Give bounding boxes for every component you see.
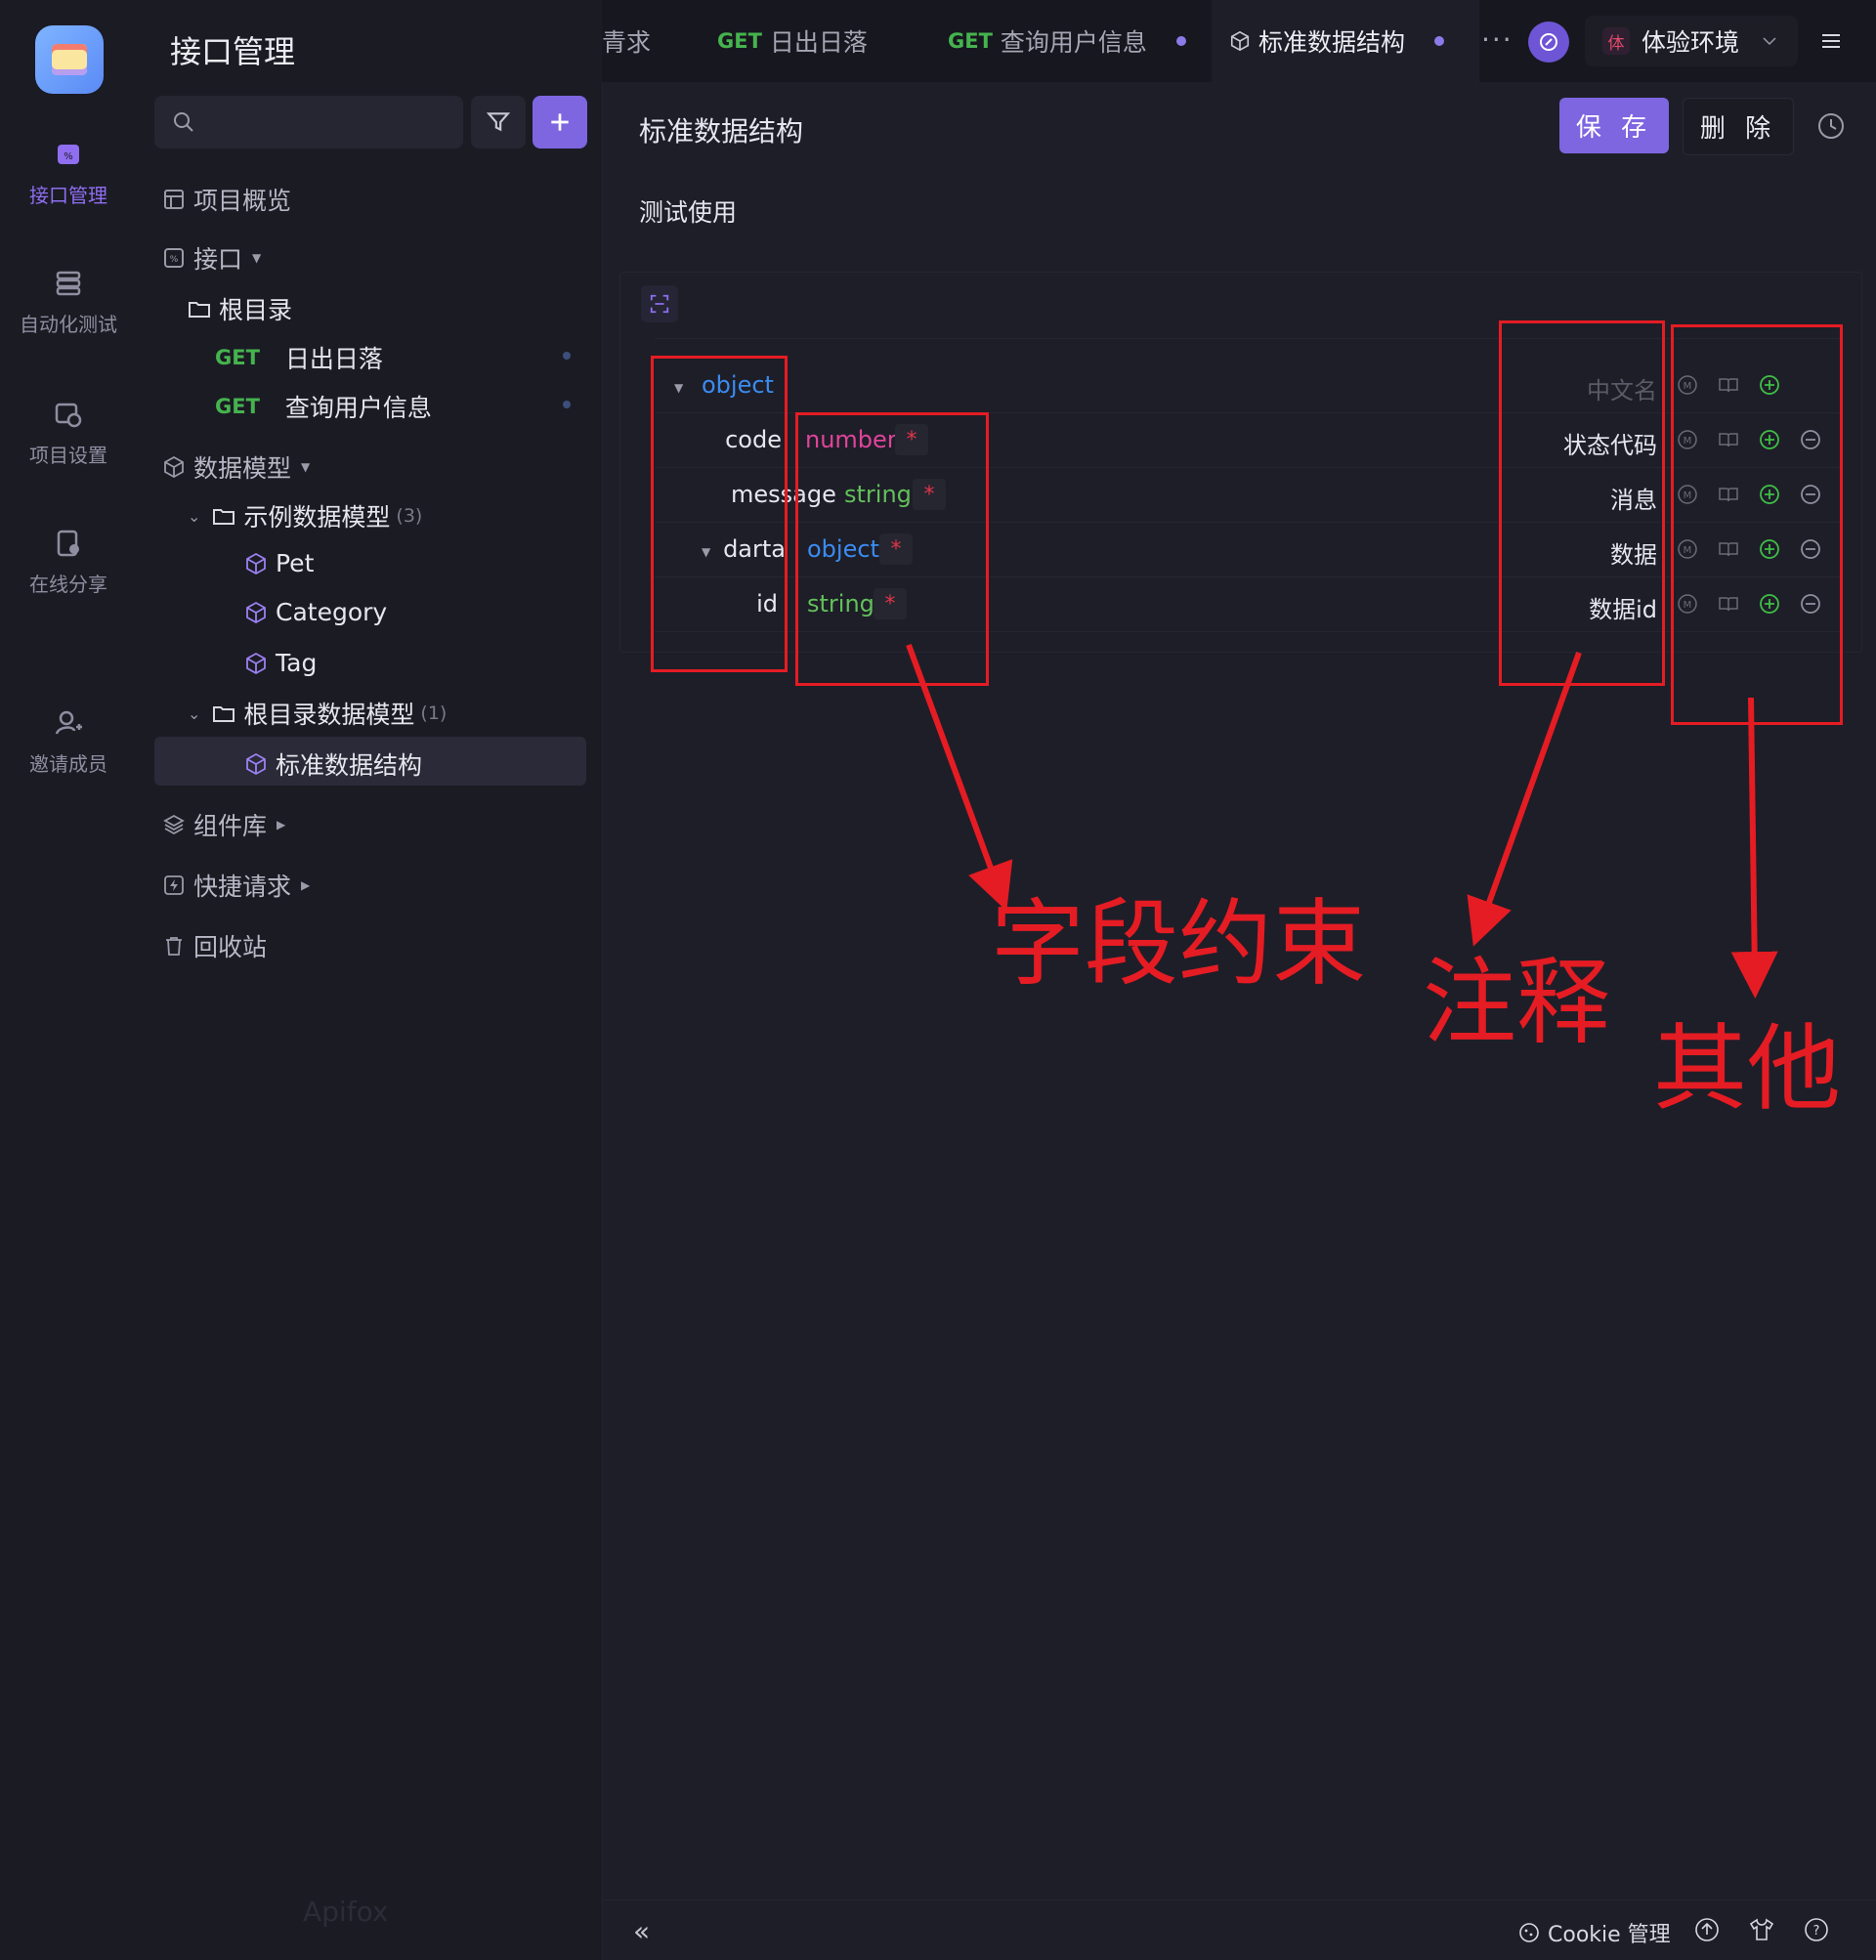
cookie-label: Cookie 管理 — [1548, 1923, 1671, 1947]
collapse-sidebar-button[interactable]: « — [633, 1915, 650, 1947]
shirt-icon[interactable] — [1749, 1917, 1774, 1942]
annotation-label-constraints: 字段约束 — [991, 889, 1366, 999]
help-icon[interactable]: ? — [1804, 1917, 1829, 1942]
footer-divider — [602, 1899, 1876, 1900]
upload-icon[interactable] — [1694, 1917, 1720, 1942]
svg-text:?: ? — [1813, 1924, 1820, 1939]
annotation-label-comments: 注释 — [1423, 948, 1610, 1057]
cookie-icon — [1519, 1923, 1539, 1942]
annotation-label-others: 其他 — [1653, 1014, 1841, 1124]
cookie-manager-button[interactable]: Cookie 管理 — [1518, 1917, 1671, 1948]
